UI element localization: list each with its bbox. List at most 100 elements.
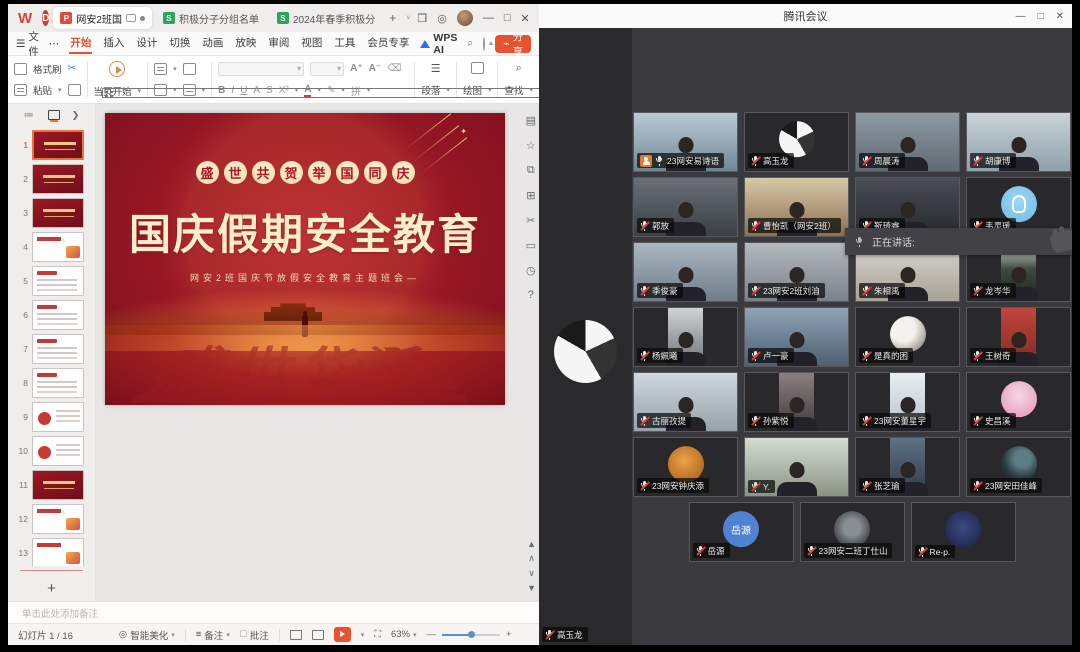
- tab-list-dropdown[interactable]: ˅: [403, 15, 413, 22]
- cut-pane-icon[interactable]: ✂: [526, 214, 535, 227]
- scroll-up-icon[interactable]: ▲: [527, 539, 536, 549]
- search-icon[interactable]: ⌕: [467, 37, 473, 50]
- shape-pane-icon[interactable]: ▭: [526, 239, 536, 252]
- slideshow-dropdown[interactable]: ▾: [361, 631, 365, 639]
- clear-format-icon[interactable]: ⌫: [387, 63, 401, 74]
- participant-tile[interactable]: Re-p.: [911, 502, 1016, 562]
- comment-button[interactable]: 🗆批注: [240, 627, 269, 643]
- scroll-down-icon[interactable]: ▼: [527, 583, 536, 593]
- slide-thumbnail-4[interactable]: 4: [8, 230, 95, 264]
- slide-thumbnail-8[interactable]: 8: [8, 366, 95, 400]
- increase-font-button[interactable]: A⁺: [350, 63, 363, 74]
- participant-tile[interactable]: 23网安2班刘洎: [744, 242, 849, 302]
- zoom-level[interactable]: 63%▾: [391, 629, 417, 640]
- history-pane-icon[interactable]: ◷: [526, 264, 536, 277]
- menu-item-会员专享[interactable]: 会员专享: [366, 33, 410, 54]
- participant-tile[interactable]: 季俊豪: [633, 242, 738, 302]
- participant-tile[interactable]: 张芝瑜: [855, 437, 960, 497]
- zoom-slider[interactable]: — +: [427, 629, 512, 640]
- slide-thumbnail-11[interactable]: 11: [8, 468, 95, 502]
- slide-canvas[interactable]: ✦ 盛世共贺举国同庆 国庆假期安全教育 网安2班国庆节放假安全教育主题班会— 盛…: [96, 104, 539, 601]
- participant-tile[interactable]: 郭放: [633, 177, 738, 237]
- font-size-select[interactable]: ▾: [310, 62, 344, 76]
- participant-tile[interactable]: 孙紫悦: [744, 372, 849, 432]
- collapse-panel-icon[interactable]: ❯: [72, 110, 80, 121]
- reading-view-button[interactable]: [312, 630, 324, 640]
- close-button[interactable]: ✕: [520, 12, 529, 25]
- participant-tile[interactable]: 卢一豪: [744, 307, 849, 367]
- slide-sorter-view-button[interactable]: [102, 88, 539, 98]
- slide-thumbnail-7[interactable]: 7: [8, 332, 95, 366]
- minimize-button[interactable]: —: [483, 12, 494, 24]
- slide-thumbnail-13[interactable]: 13: [8, 536, 95, 566]
- more-menu[interactable]: ⋯: [49, 38, 60, 50]
- new-slide-icon[interactable]: [154, 63, 167, 75]
- slide-thumbnail-12[interactable]: 12: [8, 502, 95, 536]
- menu-item-插入[interactable]: 插入: [102, 33, 125, 54]
- help-pane-icon[interactable]: ?: [528, 289, 534, 301]
- participant-tile[interactable]: 23网安易诗语: [633, 112, 738, 172]
- grid-pane-icon[interactable]: ⊞: [526, 189, 535, 202]
- file-tab-3[interactable]: S2024年春季积极分: [270, 7, 382, 29]
- next-slide-icon[interactable]: ∨: [528, 568, 535, 579]
- beautify-button[interactable]: ◎智能美化▾: [119, 628, 175, 642]
- menu-item-开始[interactable]: 开始: [69, 33, 92, 54]
- docer-app-icon[interactable]: D: [42, 10, 49, 26]
- menu-item-切换[interactable]: 切换: [168, 33, 191, 54]
- zoom-in-button[interactable]: +: [506, 629, 512, 640]
- paste-dropdown[interactable]: ▾: [58, 86, 62, 94]
- participant-tile[interactable]: 是真的困: [855, 307, 960, 367]
- fullscreen-icon[interactable]: ⛶: [374, 629, 381, 640]
- menu-item-工具[interactable]: 工具: [333, 33, 356, 54]
- maximize-button[interactable]: □: [504, 12, 511, 24]
- share-button[interactable]: ⌁分享: [495, 35, 531, 53]
- slide-thumbnail-6[interactable]: 6: [8, 298, 95, 332]
- notes-button[interactable]: ≡备注▾: [196, 628, 230, 642]
- paste-button[interactable]: 粘贴: [33, 83, 52, 97]
- participant-tile[interactable]: 史昌溪: [966, 372, 1071, 432]
- menu-item-设计[interactable]: 设计: [135, 33, 158, 54]
- slide-thumbnail-9[interactable]: 9: [8, 400, 95, 434]
- slide-thumbnail-5[interactable]: 5: [8, 264, 95, 298]
- file-menu[interactable]: ☰文件: [16, 29, 39, 59]
- participant-tile[interactable]: 曹怡凯（网安2班）: [744, 177, 849, 237]
- slideshow-play-button[interactable]: [334, 627, 351, 642]
- participant-tile[interactable]: 23网安董星宇: [855, 372, 960, 432]
- participant-tile[interactable]: Y.: [744, 437, 849, 497]
- pane-icon[interactable]: ▤: [526, 114, 536, 127]
- normal-view-button[interactable]: [290, 630, 302, 640]
- menu-item-审阅[interactable]: 审阅: [267, 33, 290, 54]
- slide-thumbnail-10[interactable]: 10: [8, 434, 95, 468]
- new-tab-button[interactable]: +: [386, 11, 399, 25]
- font-name-select[interactable]: ▾: [218, 62, 304, 76]
- thumbnail-view-icon[interactable]: [48, 110, 60, 120]
- wps-ai-button[interactable]: WPS AI: [420, 32, 457, 56]
- skin-icon[interactable]: ◎: [437, 12, 447, 25]
- meeting-close-button[interactable]: ✕: [1056, 11, 1064, 22]
- cloud-sync-icon[interactable]: [483, 37, 485, 51]
- meeting-maximize-button[interactable]: □: [1038, 11, 1044, 22]
- user-avatar[interactable]: [457, 10, 473, 26]
- wps-logo[interactable]: W: [12, 10, 38, 27]
- participant-tile[interactable]: 23网安田佳峰: [966, 437, 1071, 497]
- cut-icon[interactable]: ✂: [68, 63, 76, 74]
- participant-tile[interactable]: 古丽孜提: [633, 372, 738, 432]
- menu-item-视图[interactable]: 视图: [300, 33, 323, 54]
- participant-tile[interactable]: 23网安二班丁仕山: [800, 502, 905, 562]
- current-slide[interactable]: ✦ 盛世共贺举国同庆 国庆假期安全教育 网安2班国庆节放假安全教育主题班会— 盛…: [105, 113, 505, 405]
- file-tab-1[interactable]: P网安2班国: [53, 7, 152, 29]
- add-slide-button[interactable]: +: [8, 575, 95, 601]
- slide-thumbnail-3[interactable]: 3: [8, 196, 95, 230]
- star-icon[interactable]: ☆: [526, 139, 536, 152]
- menu-item-动画[interactable]: 动画: [201, 33, 224, 54]
- notes-bar[interactable]: 单击此处添加备注: [8, 601, 539, 623]
- participant-tile[interactable]: 岳源岳源: [689, 502, 794, 562]
- file-tab-2[interactable]: S积极分子分组名单: [156, 7, 266, 29]
- play-from-current-icon[interactable]: [109, 61, 125, 77]
- zoom-out-button[interactable]: —: [427, 629, 437, 640]
- participant-tile[interactable]: 周晨涛: [855, 112, 960, 172]
- copy-icon[interactable]: [68, 84, 81, 96]
- speaker-pane[interactable]: 高玉龙: [539, 28, 632, 645]
- participant-tile[interactable]: 高玉龙: [744, 112, 849, 172]
- slide-thumbnail-1[interactable]: 1: [8, 128, 95, 162]
